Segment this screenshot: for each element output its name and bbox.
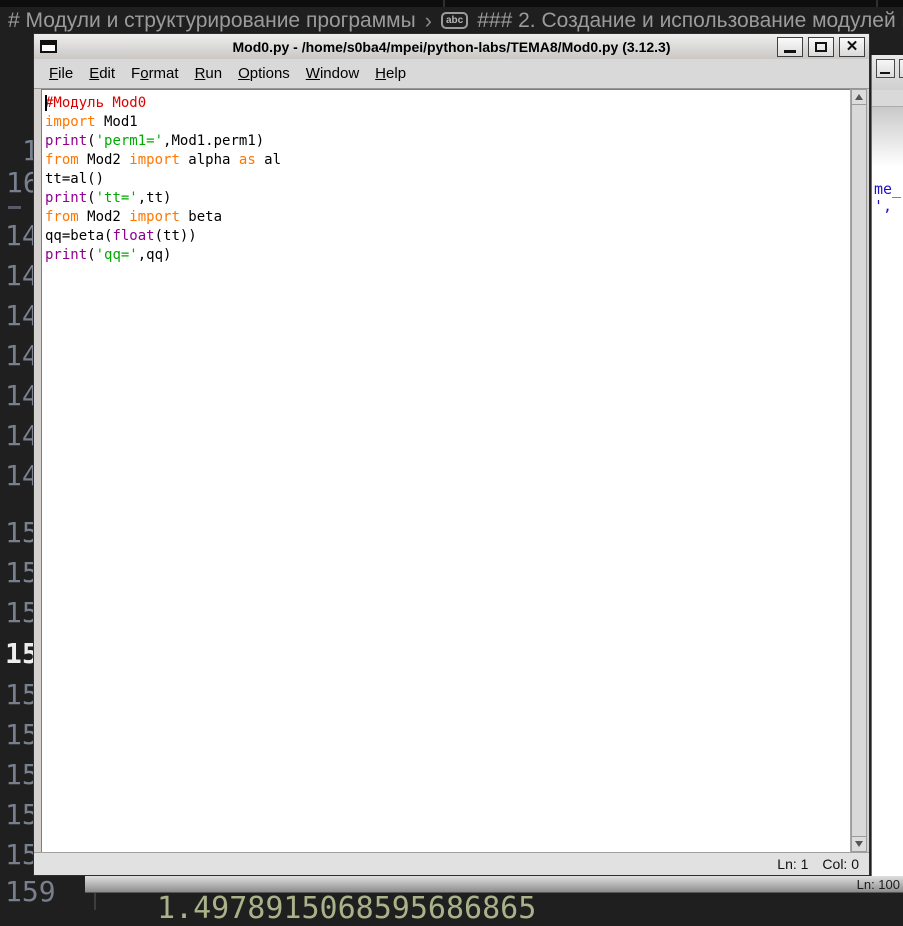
arrow-down-icon <box>855 841 863 847</box>
menu-format[interactable]: Format <box>123 65 187 82</box>
breadcrumb: # Модули и структурирование программы › … <box>8 7 903 34</box>
text-caret <box>45 95 47 111</box>
background-window-line-indicator: Ln: 100 <box>857 877 900 892</box>
tab-separator <box>876 0 878 7</box>
code-editor-area[interactable]: #Модуль Mod0import Mod1print('perm1=',Mo… <box>41 89 850 852</box>
statusbar: Ln: 1 Col: 0 <box>34 852 869 875</box>
background-tab-strip <box>0 0 903 7</box>
menu-window[interactable]: Window <box>298 65 367 82</box>
maximize-button[interactable] <box>808 37 834 57</box>
window-title: Mod0.py - /home/s0ba4/mpei/python-labs/T… <box>34 39 869 55</box>
menu-run[interactable]: Run <box>187 65 231 82</box>
code-line: print('perm1=',Mod1.perm1) <box>45 132 847 151</box>
background-window-shadow <box>872 107 903 167</box>
code-line: #Модуль Mod0 <box>45 94 847 113</box>
arrow-up-icon <box>855 94 863 100</box>
close-button[interactable]: ✕ <box>839 37 865 57</box>
breadcrumb-item-chapter[interactable]: # Модули и структурирование программы <box>8 9 416 33</box>
close-icon: ✕ <box>840 38 864 55</box>
minimize-icon <box>880 72 890 74</box>
maximize-icon <box>815 42 827 52</box>
code-line: print('qq=',qq) <box>45 246 847 265</box>
background-window-statusbar: Ln: 100 <box>85 876 903 893</box>
background-window-code: me_', <box>872 167 903 215</box>
minimize-button[interactable] <box>876 59 895 78</box>
chevron-right-icon: › <box>425 8 432 34</box>
tab-separator <box>443 0 445 7</box>
abc-symbol-icon: abc <box>441 12 468 29</box>
titlebar[interactable]: Mod0.py - /home/s0ba4/mpei/python-labs/T… <box>34 34 869 59</box>
background-output-value: 1.4978915068595686865 <box>157 891 536 926</box>
idle-editor-window: Mod0.py - /home/s0ba4/mpei/python-labs/T… <box>33 33 870 876</box>
scroll-down-button[interactable] <box>851 836 867 852</box>
code-line: from Mod2 import alpha as al <box>45 151 847 170</box>
menu-options[interactable]: Options <box>230 65 298 82</box>
background-window-right-edge: me_', <box>871 55 903 876</box>
menu-help[interactable]: Help <box>367 65 414 82</box>
code-line: import Mod1 <box>45 113 847 132</box>
breadcrumb-item-section[interactable]: ### 2. Создание и использование модулей … <box>477 9 903 33</box>
background-window-titlebar[interactable] <box>872 55 903 90</box>
background-window-menubar <box>872 90 903 107</box>
menubar: FileEditFormatRunOptionsWindowHelp <box>34 59 869 89</box>
code-line: qq=beta(float(tt)) <box>45 227 847 246</box>
indent-guide-line <box>94 893 96 910</box>
code-line: tt=al() <box>45 170 847 189</box>
minimize-button[interactable] <box>777 37 803 57</box>
column-indicator: Col: 0 <box>822 856 859 872</box>
scroll-up-button[interactable] <box>851 89 867 105</box>
gutter-dash <box>8 206 21 209</box>
menu-edit[interactable]: Edit <box>81 65 123 82</box>
vertical-scrollbar[interactable] <box>850 89 867 852</box>
scrollbar-thumb[interactable] <box>851 105 867 836</box>
menu-file[interactable]: File <box>41 65 81 82</box>
line-indicator: Ln: 1 <box>777 856 808 872</box>
minimize-icon <box>784 50 796 53</box>
code-line: from Mod2 import beta <box>45 208 847 227</box>
code-line: print('tt=',tt) <box>45 189 847 208</box>
maximize-button[interactable] <box>899 59 903 78</box>
line-number: 159 <box>5 878 56 906</box>
